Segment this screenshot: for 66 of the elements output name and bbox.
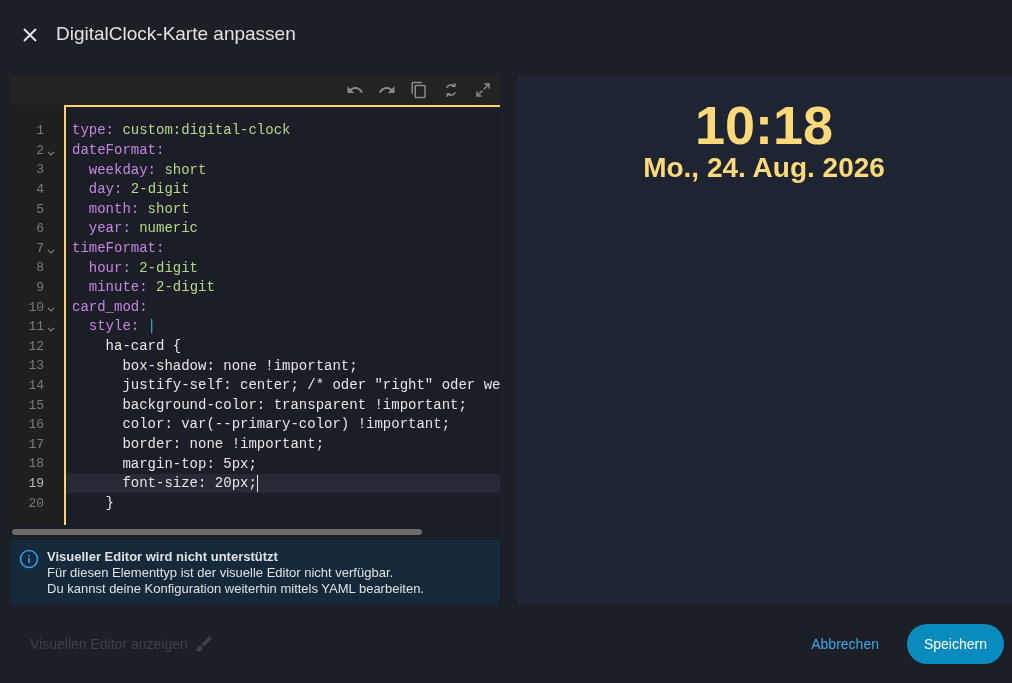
clock-time: 10:18 <box>694 97 834 154</box>
code-text: year: <box>87 219 131 239</box>
line-number: 5 <box>35 200 44 219</box>
alert-title: Visueller Editor wird nicht unterstützt <box>47 549 279 566</box>
alert-text: Für diesen Elementtyp ist der visuelle Editor nicht verfügbar. <box>47 565 395 582</box>
line-number: 10 <box>27 298 44 317</box>
scrollbar[interactable] <box>12 529 422 536</box>
cancel-button[interactable]: Abbrechen <box>795 625 895 663</box>
code-text: day: <box>87 180 123 200</box>
text-cursor <box>256 475 258 493</box>
line-number: 13 <box>27 357 44 376</box>
line-number: 16 <box>27 416 44 435</box>
code-text: background-color: transparent !important; <box>121 395 467 415</box>
code-text: border: none !important; <box>121 434 325 454</box>
code-text: hour: <box>87 258 131 278</box>
code-text: margin-top: 5px; <box>121 454 257 474</box>
code-text: | <box>146 317 157 337</box>
code-text: ha-card { <box>104 337 182 356</box>
code-text: minute: <box>87 278 148 298</box>
line-number: 1 <box>35 122 44 141</box>
line-number: 6 <box>35 220 44 239</box>
code-text: style: <box>87 317 140 337</box>
fullscreen-icon[interactable] <box>474 81 492 100</box>
code-text: custom:digital-clock <box>121 121 291 141</box>
info-icon <box>19 549 39 570</box>
copy-icon[interactable] <box>410 81 428 100</box>
code-text: justify-self: center; /* oder "right" oder we <box>121 376 500 396</box>
line-number: 17 <box>27 435 44 454</box>
fold-chevron-icon[interactable] <box>47 326 55 333</box>
code-text: color: var(--primary-color) !important; <box>121 415 451 435</box>
line-number: 9 <box>35 278 44 297</box>
line-number: 2 <box>35 141 44 160</box>
line-number: 14 <box>27 376 44 395</box>
code-text: box-shadow: none !important; <box>121 356 358 376</box>
line-number: 19 <box>27 474 44 493</box>
line-number: 11 <box>27 318 44 337</box>
code-text: dateFormat: <box>72 141 165 161</box>
line-number: 18 <box>27 455 44 474</box>
save-button[interactable]: Speichern <box>906 624 1004 665</box>
code-text: 2-digit <box>155 278 215 298</box>
code-text: short <box>163 160 207 180</box>
line-number: 7 <box>35 239 44 258</box>
code-text: font-size: 20px; <box>121 474 257 494</box>
alert-text: Du kannst deine Konfiguration weiterhin mittels YAML bearbeiten. <box>47 581 424 598</box>
code-text: weekday: <box>87 160 156 180</box>
line-number: 15 <box>27 396 44 415</box>
code-text: card_mod: <box>72 297 148 317</box>
code-text: type: <box>72 121 114 141</box>
fold-chevron-icon[interactable] <box>47 307 55 314</box>
line-number: 3 <box>35 161 44 180</box>
dialog-title: DigitalClock-Karte anpassen <box>56 22 296 47</box>
fold-chevron-icon[interactable] <box>47 150 55 157</box>
code-text: } <box>104 493 114 513</box>
code-text: 2-digit <box>129 180 190 200</box>
code-editor[interactable] <box>10 75 500 526</box>
line-number: 20 <box>27 494 44 513</box>
line-number: 12 <box>27 337 44 356</box>
fold-chevron-icon[interactable] <box>47 248 55 255</box>
code-text: short <box>146 199 190 219</box>
line-number: 8 <box>35 259 44 278</box>
code-text: numeric <box>138 219 199 239</box>
clock-date: Mo., 24. Aug. 2026 <box>643 153 885 184</box>
code-text: month: <box>87 199 140 219</box>
line-number: 4 <box>35 181 44 199</box>
code-text: 2-digit <box>138 258 199 278</box>
code-text: timeFormat: <box>72 239 165 259</box>
